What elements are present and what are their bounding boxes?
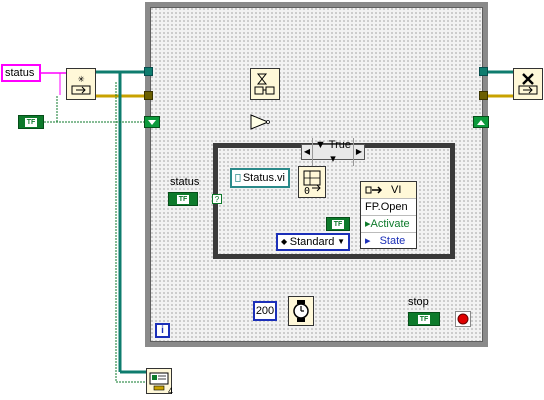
not-gate-icon [250, 114, 270, 130]
fp-open-invoke-node[interactable]: VI FP.Open ▸Activate ▸ State [360, 181, 417, 249]
boolean-true-label: TF [23, 116, 39, 128]
shift-register-left [144, 116, 160, 128]
status-string-constant[interactable]: status [1, 64, 41, 82]
open-vi-ref-icon: 0 [303, 170, 321, 196]
invoke-node-activate-row[interactable]: ▸Activate [361, 215, 416, 232]
open-vi-ref-case-node[interactable]: 0 [298, 166, 326, 198]
wait-ms-node[interactable] [288, 296, 314, 326]
stop-boolean-terminal[interactable]: TF [408, 312, 440, 326]
case-selector-value[interactable]: ▼ True ▾ [312, 138, 354, 166]
shift-register-right [473, 116, 489, 128]
hourglass-icon [254, 73, 275, 95]
status-terminal-text: TF [175, 193, 191, 205]
error-dialog-icon [149, 372, 169, 391]
case-selector-text: True [328, 139, 351, 151]
loop-condition-terminal[interactable] [455, 311, 471, 327]
stop-sign-icon [457, 313, 469, 325]
error-tunnel-right [479, 91, 488, 100]
invoke-node-state-row[interactable]: ▸ State [361, 232, 416, 249]
activate-label: Activate [370, 218, 410, 230]
open-vi-reference-icon: ✳ [71, 72, 91, 95]
close-x-icon [518, 73, 538, 95]
status-indicator-label: status [170, 176, 200, 188]
ref-tunnel-left [144, 67, 153, 76]
case-next-arrow-icon[interactable]: ▶ [354, 145, 364, 159]
stop-terminal-text: TF [416, 313, 432, 325]
state-enum-constant[interactable]: ◆ Standard ▼ [276, 233, 350, 251]
shift-register-up-arrow-icon [477, 120, 485, 125]
invoke-node-method: FP.Open [361, 198, 416, 215]
error-tunnel-left [144, 91, 153, 100]
stop-label: stop [408, 296, 429, 308]
ref-tunnel-right [479, 67, 488, 76]
watch-icon [293, 300, 309, 322]
not-gate[interactable] [250, 114, 270, 130]
invoke-node-class-label: VI [391, 184, 402, 196]
vi-path-constant[interactable]: Status.vi [230, 168, 290, 188]
error-handler-index: 4 [168, 386, 174, 396]
boolean-true-constant[interactable]: TF [18, 115, 44, 129]
enum-dropdown-icon[interactable]: ▼ [337, 235, 345, 249]
shift-register-down-arrow-icon [148, 120, 156, 125]
path-icon [235, 174, 241, 182]
enum-updown-icon: ◆ [281, 237, 288, 246]
check-error-node[interactable] [250, 68, 280, 100]
vi-path-text: Status.vi [242, 172, 285, 184]
open-vi-reference-node[interactable]: ✳ [66, 68, 96, 100]
iteration-terminal: i [155, 323, 170, 338]
case-prev-arrow-icon[interactable]: ◀ [302, 145, 312, 159]
activate-boolean-constant[interactable]: TF [326, 217, 350, 231]
activate-bool-text: TF [330, 218, 346, 230]
status-boolean-terminal[interactable]: TF [168, 192, 198, 206]
invoke-node-header: VI [361, 182, 416, 198]
close-reference-node[interactable] [513, 68, 543, 100]
wait-ms-constant[interactable]: 200 [253, 301, 277, 321]
state-enum-text: Standard [289, 236, 335, 248]
case-selector-terminal: ? [212, 194, 222, 204]
svg-text:✳: ✳ [78, 72, 85, 85]
case-selector[interactable]: ◀ ▼ True ▾ ▶ [301, 138, 365, 166]
state-label: State [379, 235, 406, 247]
svg-text:0: 0 [304, 186, 310, 196]
invoke-node-icon [365, 186, 383, 194]
